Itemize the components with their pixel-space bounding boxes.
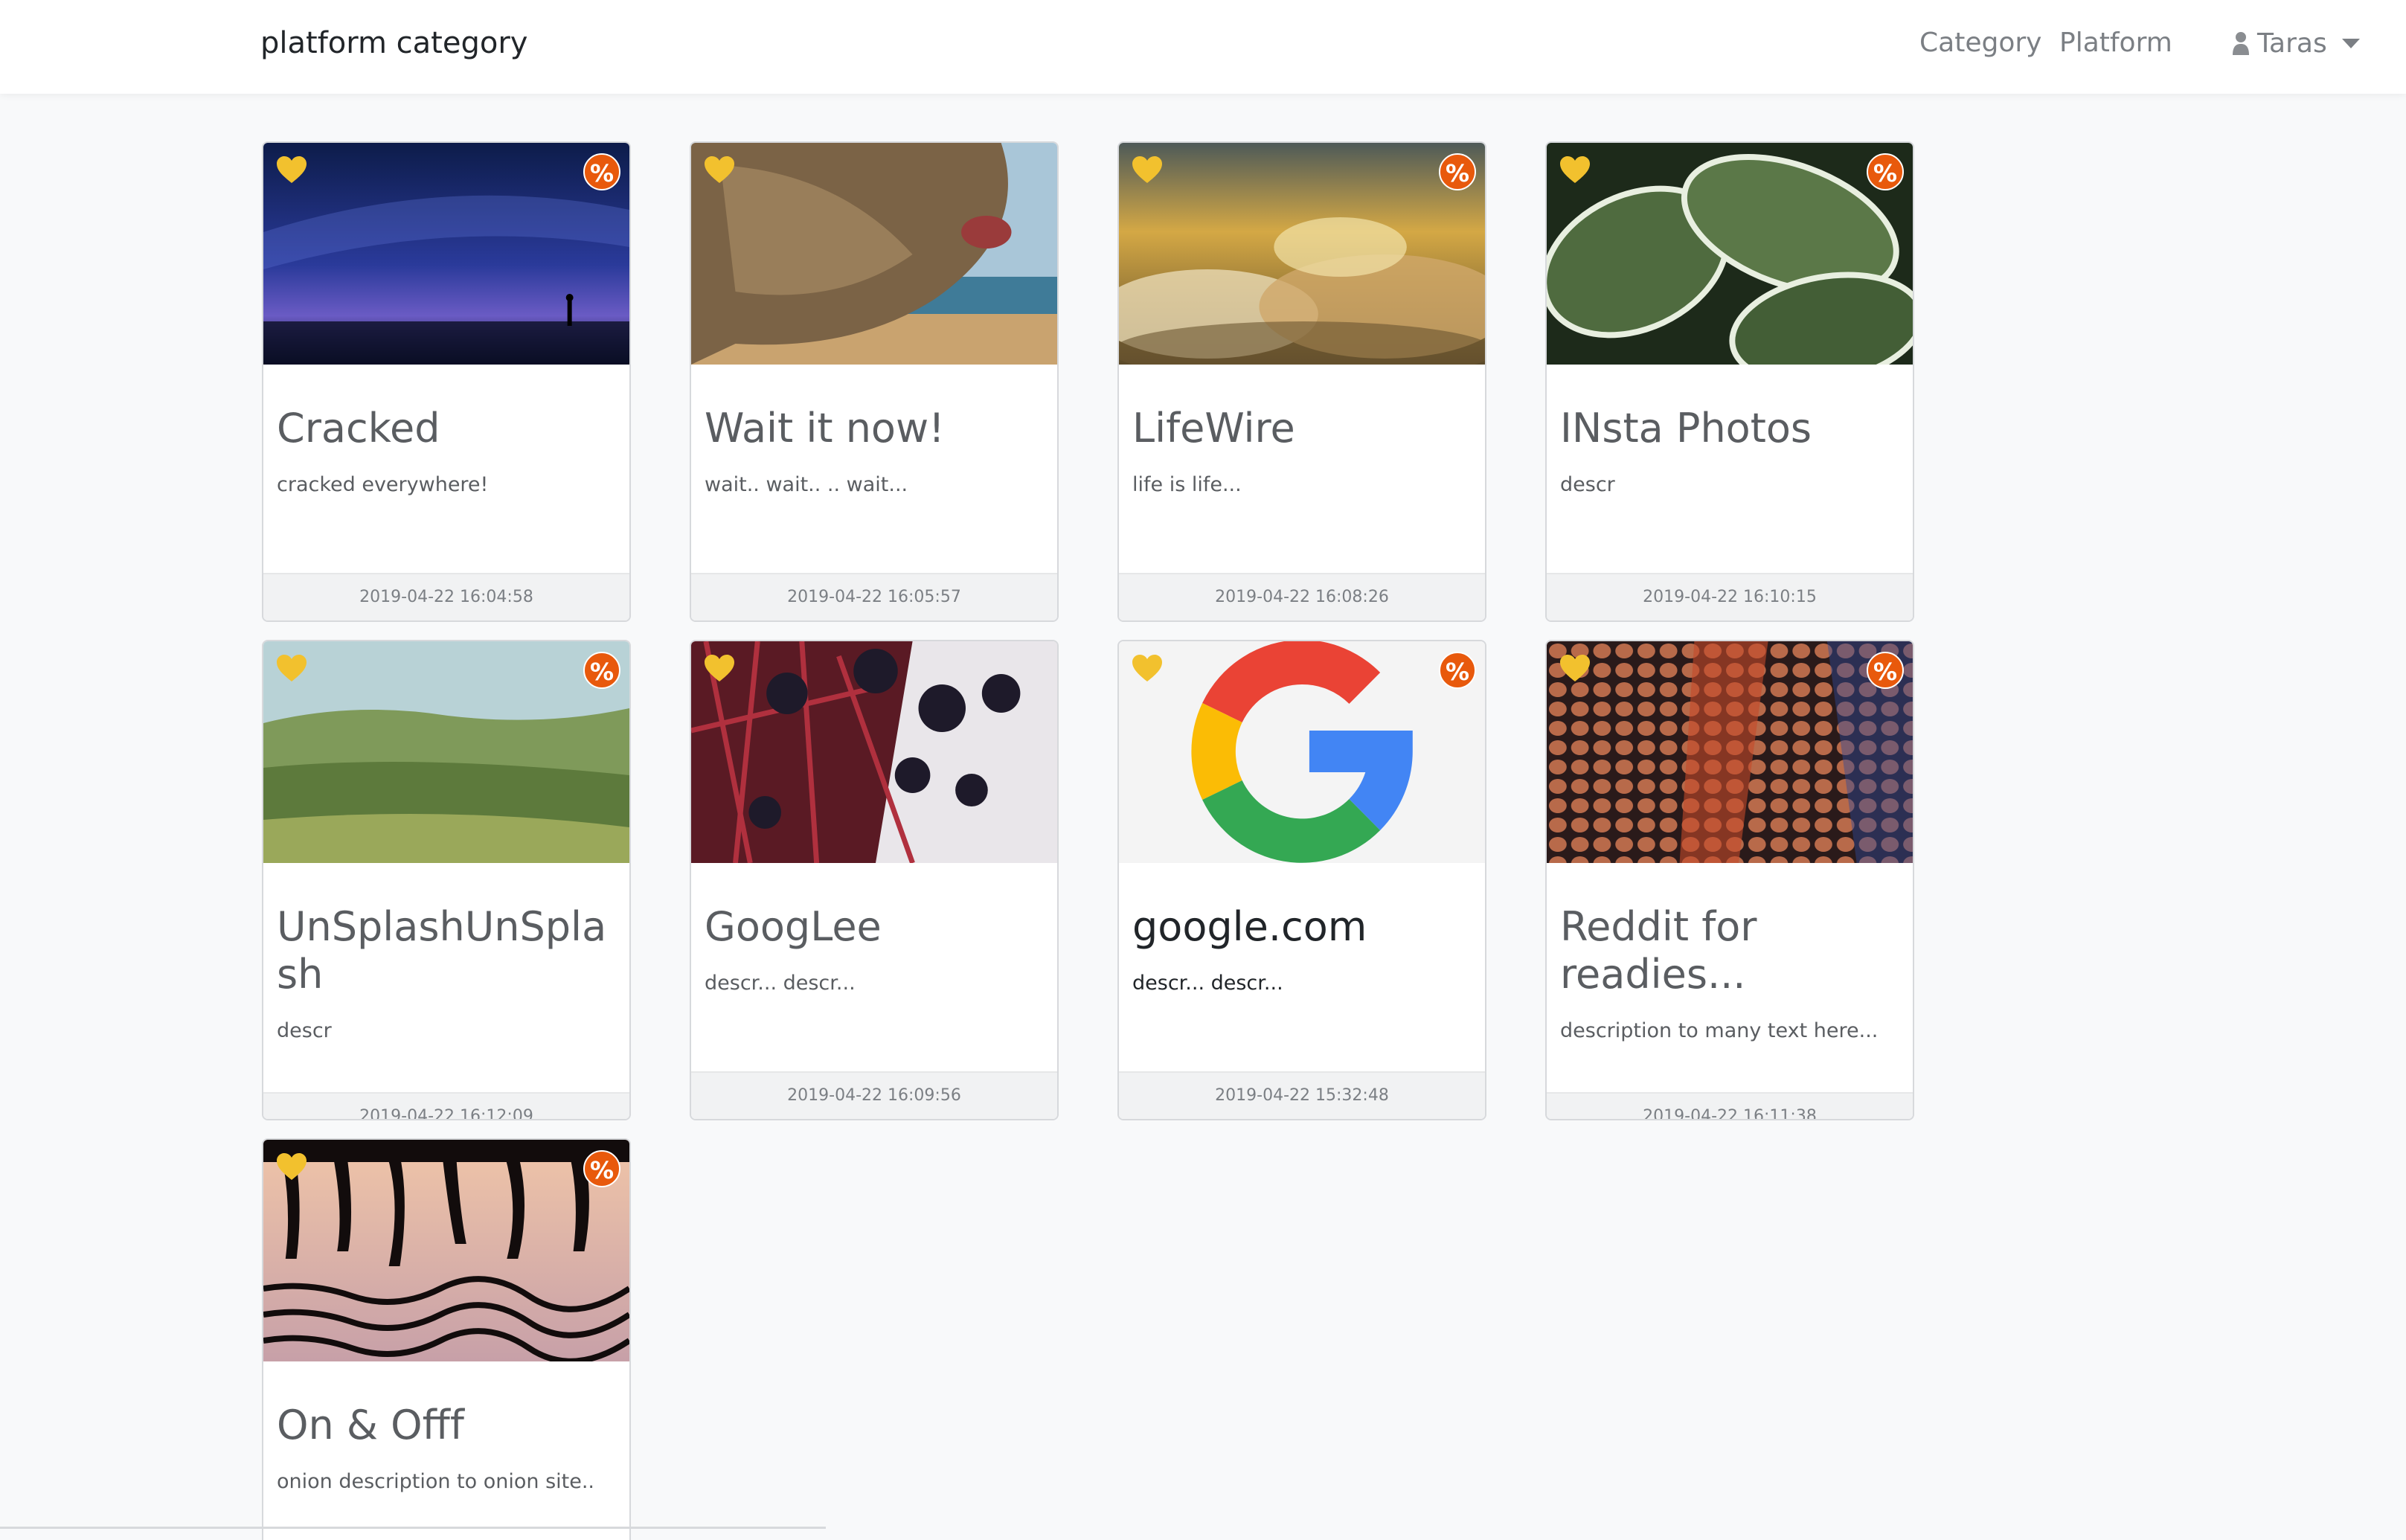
card[interactable]: % INsta Photos descr 2019-04-22 16:10:15	[1545, 141, 1914, 622]
card[interactable]: % On & Offf onion description to onion s…	[262, 1138, 631, 1540]
card-title: Reddit for readies...	[1560, 903, 1757, 998]
card-image-painting	[263, 641, 629, 863]
card-description: descr	[277, 1019, 332, 1042]
card-description: life is life...	[1132, 473, 1242, 496]
card-description: descr	[1560, 473, 1615, 496]
card-title: On & Offf	[277, 1402, 464, 1448]
nav-link-platform[interactable]: Platform	[2059, 0, 2172, 86]
card-footer-date: 2019-04-22 16:08:26	[1119, 573, 1485, 620]
brand-link[interactable]: platform category	[260, 0, 527, 86]
card-description: onion description to onion site..	[277, 1470, 595, 1493]
card-title: INsta Photos	[1560, 405, 1812, 452]
heart-icon[interactable]	[1131, 653, 1164, 683]
percent-badge-icon[interactable]: %	[583, 153, 620, 190]
card-image-clouds	[1119, 143, 1485, 365]
card-image-berries	[691, 641, 1057, 863]
heart-icon[interactable]	[275, 653, 308, 683]
card-footer-date: 2019-04-22 16:05:57	[691, 573, 1057, 620]
card[interactable]: % Reddit for readies... description to m…	[1545, 640, 1914, 1120]
card-title: UnSplashUnSplash	[277, 903, 607, 998]
percent-badge-icon[interactable]: %	[583, 652, 620, 689]
card[interactable]: % LifeWire life is life... 2019-04-22 16…	[1117, 141, 1486, 622]
chevron-down-icon	[2341, 38, 2360, 48]
heart-icon[interactable]	[1559, 155, 1591, 185]
card-footer-date: 2019-04-22 16:11:38	[1547, 1092, 1913, 1119]
card-title: google.com	[1132, 903, 1367, 950]
percent-badge-icon[interactable]: %	[1439, 652, 1476, 689]
card[interactable]: Wait it now! wait.. wait.. .. wait... 20…	[690, 141, 1059, 622]
card-image-mangroves	[263, 1140, 629, 1361]
card-footer-date: 2019-04-22 16:12:09	[263, 1092, 629, 1119]
heart-icon[interactable]	[1131, 155, 1164, 185]
percent-badge-icon[interactable]: %	[583, 1150, 620, 1187]
card-title: Cracked	[277, 405, 440, 452]
user-icon	[2233, 32, 2249, 55]
heart-icon[interactable]	[275, 1152, 308, 1181]
horizontal-scrollbar[interactable]	[0, 1527, 826, 1529]
heart-icon[interactable]	[703, 653, 736, 683]
card-footer-date: 2019-04-22 16:10:15	[1547, 573, 1913, 620]
card-description: descr... descr...	[1132, 972, 1283, 995]
card-title: GoogLee	[705, 903, 882, 950]
card-title: Wait it now!	[705, 405, 945, 452]
card[interactable]: % Cracked cracked everywhere! 2019-04-22…	[262, 141, 631, 622]
card-footer-date: 2019-04-22 16:04:58	[263, 573, 629, 620]
percent-badge-icon[interactable]: %	[1867, 153, 1904, 190]
percent-badge-icon[interactable]: %	[1439, 153, 1476, 190]
card-image-night-sky	[263, 143, 629, 365]
card-image-leaves	[1547, 143, 1913, 365]
card[interactable]: GoogLee descr... descr... 2019-04-22 16:…	[690, 640, 1059, 1120]
user-dropdown[interactable]: Taras	[2232, 0, 2360, 86]
nav-link-category[interactable]: Category	[1919, 0, 2041, 86]
user-name: Taras	[2257, 28, 2327, 59]
card-footer-date: 2019-04-22 16:09:56	[691, 1071, 1057, 1119]
heart-icon[interactable]	[275, 155, 308, 185]
heart-icon[interactable]	[703, 155, 736, 185]
card-image-google-logo	[1119, 641, 1485, 863]
card[interactable]: % google.com descr... descr... 2019-04-2…	[1117, 640, 1486, 1120]
card-description: descr... descr...	[705, 972, 856, 995]
navbar: platform category Category Platform Tara…	[0, 0, 2406, 94]
card-description: description to many text here...	[1560, 1019, 1879, 1042]
card-image-snake-skin	[1547, 641, 1913, 863]
card-title: LifeWire	[1132, 405, 1295, 452]
card-footer-date: 2019-04-22 15:32:48	[1119, 1071, 1485, 1119]
card-image-dog	[691, 143, 1057, 365]
card-description: cracked everywhere!	[277, 473, 489, 496]
percent-badge-icon[interactable]: %	[1867, 652, 1904, 689]
heart-icon[interactable]	[1559, 653, 1591, 683]
card[interactable]: % UnSplashUnSplash descr 2019-04-22 16:1…	[262, 640, 631, 1120]
card-description: wait.. wait.. .. wait...	[705, 473, 908, 496]
